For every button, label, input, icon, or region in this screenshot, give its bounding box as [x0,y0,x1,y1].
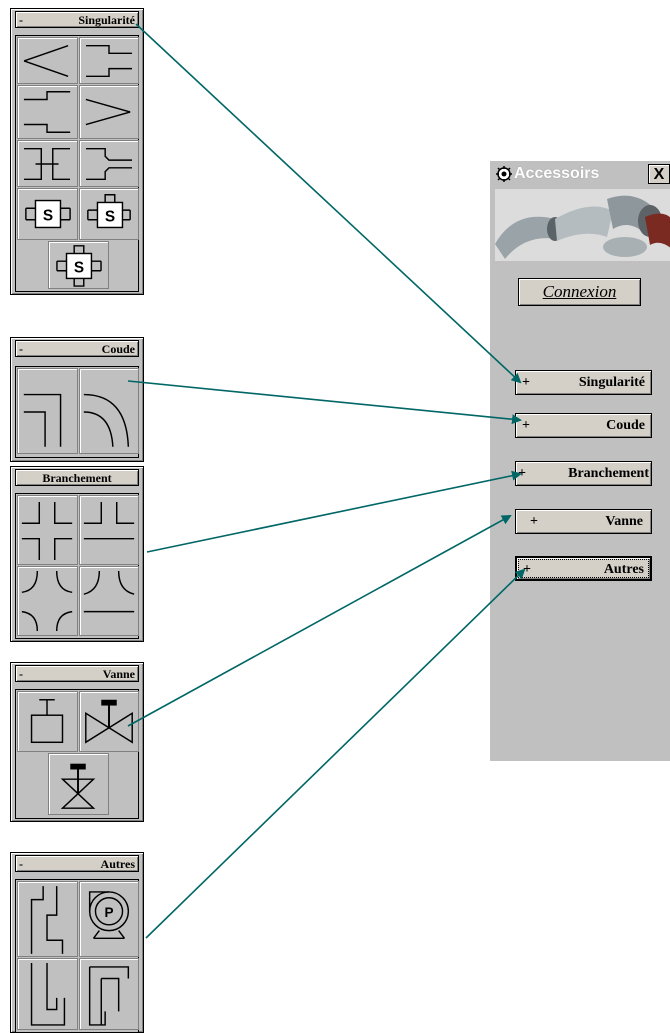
autres-panel-title[interactable]: - Autres [15,855,139,872]
autres-button[interactable]: + Autres [515,556,652,581]
autres-panel: - Autres P [10,852,144,1033]
gear-icon [496,166,512,182]
globe-valve-icon[interactable] [79,691,139,752]
expand-sign: + [518,466,526,481]
singularite-button[interactable]: + Singularité [515,370,652,395]
singularite-panel-label: Singularité [78,13,135,27]
arrow-autres [145,568,526,939]
s-box-label: S [74,260,84,277]
autres-grid: P [15,879,139,1033]
accessoirs-window: Accessoirs X Connexion + Singularité + C… [488,160,670,761]
expand-sign: + [523,562,531,577]
sudden-enlargement-icon[interactable] [17,85,78,139]
s-box-label: S [105,209,115,226]
offset-pipe-icon[interactable] [17,958,78,1030]
branchement-button[interactable]: + Branchement [515,461,652,486]
arrow-vanne [127,515,512,727]
coude-button-label: Coude [606,418,645,433]
branchement-panel-label: Branchement [42,471,112,485]
pipe-fittings-image [495,189,670,261]
s-box-inline-icon[interactable]: S [17,188,78,240]
elbow-curved-icon[interactable] [79,368,139,454]
singularite-button-label: Singularité [578,375,645,390]
singularite-grid: S S S [15,35,139,292]
s-box-tee-icon[interactable]: S [79,188,139,240]
expand-sign: + [530,514,538,529]
coude-button[interactable]: + Coude [515,413,652,438]
branchement-grid [15,493,139,639]
vanne-panel-title[interactable]: - Vanne [15,665,139,682]
cross-junction-icon[interactable] [17,495,78,565]
autres-button-label: Autres [603,562,644,577]
s-box-label: S [43,208,53,225]
window-title: Accessoirs [514,165,600,182]
arrow-coude [127,380,522,425]
gate-valve-icon[interactable] [17,691,78,752]
pump-icon[interactable]: P [79,881,139,957]
s-box-cross-icon[interactable]: S [48,241,109,289]
bend-pipe-icon[interactable] [17,881,78,957]
pump-label: P [104,905,113,920]
vanne-button[interactable]: + Vanne [515,509,652,534]
elbow-90-icon[interactable] [17,368,78,454]
orifice-icon[interactable] [17,140,78,187]
coude-panel-title[interactable]: - Coude [15,340,139,357]
coude-panel-label: Coude [101,342,135,356]
tee-junction-icon[interactable] [79,495,139,565]
angle-valve-icon[interactable] [48,753,109,815]
contraction-icon[interactable] [17,37,78,84]
branchement-button-label: Branchement [568,466,649,481]
curved-cross-junction-icon[interactable] [17,566,78,636]
singularite-panel-title[interactable]: - Singularité [15,11,139,28]
expand-sign: + [522,418,530,433]
arrow-branchement [146,470,522,553]
singularite-panel: - Singularité S S S [10,8,144,295]
close-button[interactable]: X [648,164,670,184]
branchement-panel: Branchement [10,466,144,642]
vanne-panel-label: Vanne [102,667,135,681]
vanne-panel: - Vanne [10,662,144,822]
loop-pipe-icon[interactable] [79,958,139,1030]
coude-grid [15,366,139,458]
nozzle-icon[interactable] [79,140,139,187]
autres-panel-label: Autres [100,857,135,871]
branchement-panel-title[interactable]: Branchement [15,469,139,486]
coude-panel: - Coude [10,337,144,462]
sudden-contraction-icon[interactable] [79,37,139,84]
vanne-button-label: Vanne [605,514,643,529]
arrow-singularite [135,23,522,384]
diffuser-icon[interactable] [79,85,139,139]
vanne-grid [15,689,139,819]
curved-tee-junction-icon[interactable] [79,566,139,636]
connexion-header: Connexion [518,278,641,306]
expand-sign: + [522,375,530,390]
window-title-bar: Accessoirs X [490,161,670,187]
